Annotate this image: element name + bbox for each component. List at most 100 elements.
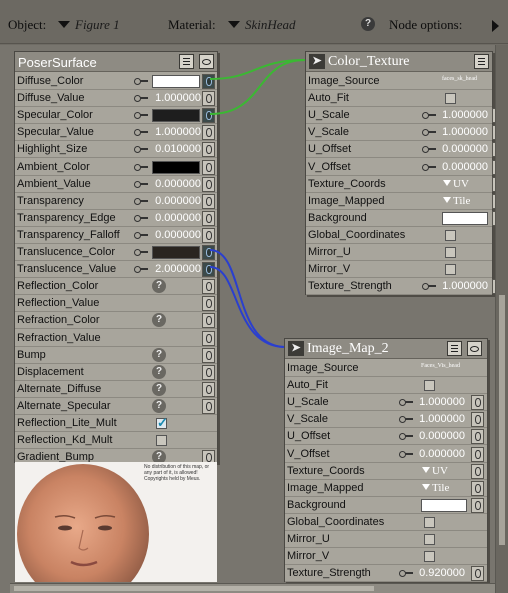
- param-row-reflection-lite-mult[interactable]: Reflection_Lite_Mult: [15, 415, 217, 432]
- param-row-reflection-kd-mult[interactable]: Reflection_Kd_Mult: [15, 432, 217, 450]
- param-row-u-offset[interactable]: U_Offset 0.000000: [306, 141, 505, 159]
- color-swatch[interactable]: [421, 498, 467, 512]
- dial-icon[interactable]: [134, 231, 148, 239]
- param-row-specular-value[interactable]: Specular_Value 1.000000: [15, 124, 217, 142]
- help-icon[interactable]: ?: [152, 381, 166, 396]
- input-plug-icon[interactable]: [202, 245, 215, 260]
- param-row-v-offset[interactable]: V_Offset 0.000000: [285, 446, 487, 463]
- input-plug-icon[interactable]: [202, 364, 215, 380]
- dial-icon[interactable]: [134, 94, 148, 103]
- node-header[interactable]: PoserSurface: [15, 52, 217, 72]
- checkbox[interactable]: [445, 229, 456, 241]
- dial-icon[interactable]: [134, 145, 148, 154]
- param-row-image-mapped[interactable]: Image_Mapped Tile: [306, 193, 505, 210]
- checkbox[interactable]: [424, 551, 435, 563]
- param-row-v-offset[interactable]: V_Offset 0.000000: [306, 159, 505, 176]
- image-map-2-node[interactable]: ➤ Image_Map_2 Image_Source Faces_Vis_head…: [284, 338, 488, 583]
- input-plug-icon[interactable]: [202, 74, 215, 89]
- dial-icon[interactable]: [422, 282, 436, 291]
- input-plug-icon[interactable]: [202, 125, 215, 141]
- param-value[interactable]: 1.000000: [413, 413, 465, 425]
- help-icon[interactable]: ?: [152, 279, 166, 294]
- param-row-v-scale[interactable]: V_Scale 1.000000: [285, 411, 487, 429]
- param-row-image-source[interactable]: Image_Source Faces_Vis_head: [285, 360, 487, 377]
- node-options-arrow-icon[interactable]: [492, 20, 499, 32]
- object-select[interactable]: Figure 1: [75, 17, 120, 33]
- param-value[interactable]: 0.000000: [413, 430, 465, 442]
- param-value[interactable]: 0.000000: [148, 178, 201, 190]
- param-row-global-coordinates[interactable]: Global_Coordinates: [285, 514, 487, 531]
- node-menu-button[interactable]: [474, 54, 489, 69]
- param-value[interactable]: 0.000000: [148, 229, 201, 241]
- poser-surface-node[interactable]: PoserSurface Diffuse_Color Diffuse_Value 1…: [14, 51, 218, 467]
- dial-icon[interactable]: [134, 248, 148, 256]
- param-row-u-scale[interactable]: U_Scale 1.000000: [306, 107, 505, 125]
- node-menu-button[interactable]: [447, 341, 462, 356]
- input-plug-icon[interactable]: [202, 347, 215, 363]
- help-icon[interactable]: ?: [152, 347, 166, 362]
- param-row-translucence-value[interactable]: Translucence_Value 2.000000: [15, 261, 217, 279]
- dial-icon[interactable]: [134, 265, 148, 274]
- param-row-reflection-color[interactable]: Reflection_Color?: [15, 278, 217, 296]
- param-row-alternate-specular[interactable]: Alternate_Specular?: [15, 398, 217, 415]
- param-row-diffuse-value[interactable]: Diffuse_Value 1.000000: [15, 90, 217, 108]
- param-row-alternate-diffuse[interactable]: Alternate_Diffuse?: [15, 381, 217, 398]
- dial-icon[interactable]: [134, 214, 148, 222]
- param-value[interactable]: 1.000000: [148, 126, 201, 138]
- checkbox[interactable]: [445, 264, 456, 276]
- input-plug-icon[interactable]: [202, 296, 215, 312]
- input-plug-icon[interactable]: [202, 176, 215, 192]
- help-icon[interactable]: ?: [361, 17, 375, 31]
- param-value[interactable]: 0.000000: [148, 212, 201, 224]
- param-value[interactable]: 1.000000: [148, 92, 201, 104]
- scroll-thumb[interactable]: [499, 295, 505, 545]
- dial-icon[interactable]: [422, 163, 436, 171]
- node-header[interactable]: ➤ Color_Texture: [306, 52, 492, 72]
- input-plug-icon[interactable]: [471, 480, 484, 496]
- input-plug-icon[interactable]: [202, 330, 215, 346]
- param-row-background[interactable]: Background: [285, 497, 487, 514]
- param-row-global-coordinates[interactable]: Global_Coordinates: [306, 227, 492, 244]
- checkbox[interactable]: [445, 93, 456, 105]
- param-row-ambient-color[interactable]: Ambient_Color: [15, 159, 217, 176]
- input-plug-icon[interactable]: [471, 429, 484, 445]
- dial-icon[interactable]: [399, 450, 413, 458]
- dial-icon[interactable]: [422, 111, 436, 120]
- param-row-diffuse-color[interactable]: Diffuse_Color: [15, 73, 217, 90]
- param-row-u-offset[interactable]: U_Offset 0.000000: [285, 428, 487, 446]
- dial-icon[interactable]: [134, 163, 148, 171]
- param-value[interactable]: 0.010000: [148, 143, 201, 155]
- dropdown-value[interactable]: UV: [422, 465, 448, 477]
- vertical-scrollbar[interactable]: [495, 45, 508, 593]
- param-row-refraction-color[interactable]: Refraction_Color?: [15, 312, 217, 330]
- param-row-background[interactable]: Background: [306, 210, 505, 227]
- dial-icon[interactable]: [399, 398, 413, 407]
- node-header[interactable]: ➤ Image_Map_2: [285, 339, 487, 359]
- param-row-texture-strength[interactable]: Texture_Strength 1.000000: [306, 278, 505, 296]
- param-value[interactable]: 1.000000: [436, 126, 488, 138]
- color-swatch[interactable]: [152, 160, 200, 174]
- input-plug-icon[interactable]: [202, 227, 215, 243]
- dial-icon[interactable]: [399, 432, 413, 441]
- input-plug-icon[interactable]: [202, 279, 215, 295]
- input-plug-icon[interactable]: [202, 159, 215, 175]
- param-row-mirror-u[interactable]: Mirror_U: [306, 244, 492, 261]
- horizontal-scrollbar[interactable]: [10, 583, 495, 593]
- param-row-transparency[interactable]: Transparency 0.000000: [15, 193, 217, 210]
- dropdown-value[interactable]: Tile: [443, 195, 470, 207]
- param-row-specular-color[interactable]: Specular_Color: [15, 107, 217, 125]
- param-row-displacement[interactable]: Displacement?: [15, 364, 217, 381]
- dropdown-value[interactable]: Tile: [422, 482, 449, 494]
- dropdown-value[interactable]: UV: [443, 178, 469, 190]
- input-plug-icon[interactable]: [202, 210, 215, 226]
- node-arrow-icon[interactable]: ➤: [288, 341, 304, 356]
- color-swatch[interactable]: [442, 211, 488, 225]
- input-plug-icon[interactable]: [202, 91, 215, 107]
- param-row-auto-fit[interactable]: Auto_Fit: [306, 90, 492, 108]
- checkbox[interactable]: [156, 415, 168, 431]
- checkbox[interactable]: [156, 435, 167, 447]
- input-plug-icon[interactable]: [471, 446, 484, 462]
- input-plug-icon[interactable]: [471, 497, 484, 513]
- input-plug-icon[interactable]: [202, 108, 215, 124]
- param-row-v-scale[interactable]: V_Scale 1.000000: [306, 124, 505, 142]
